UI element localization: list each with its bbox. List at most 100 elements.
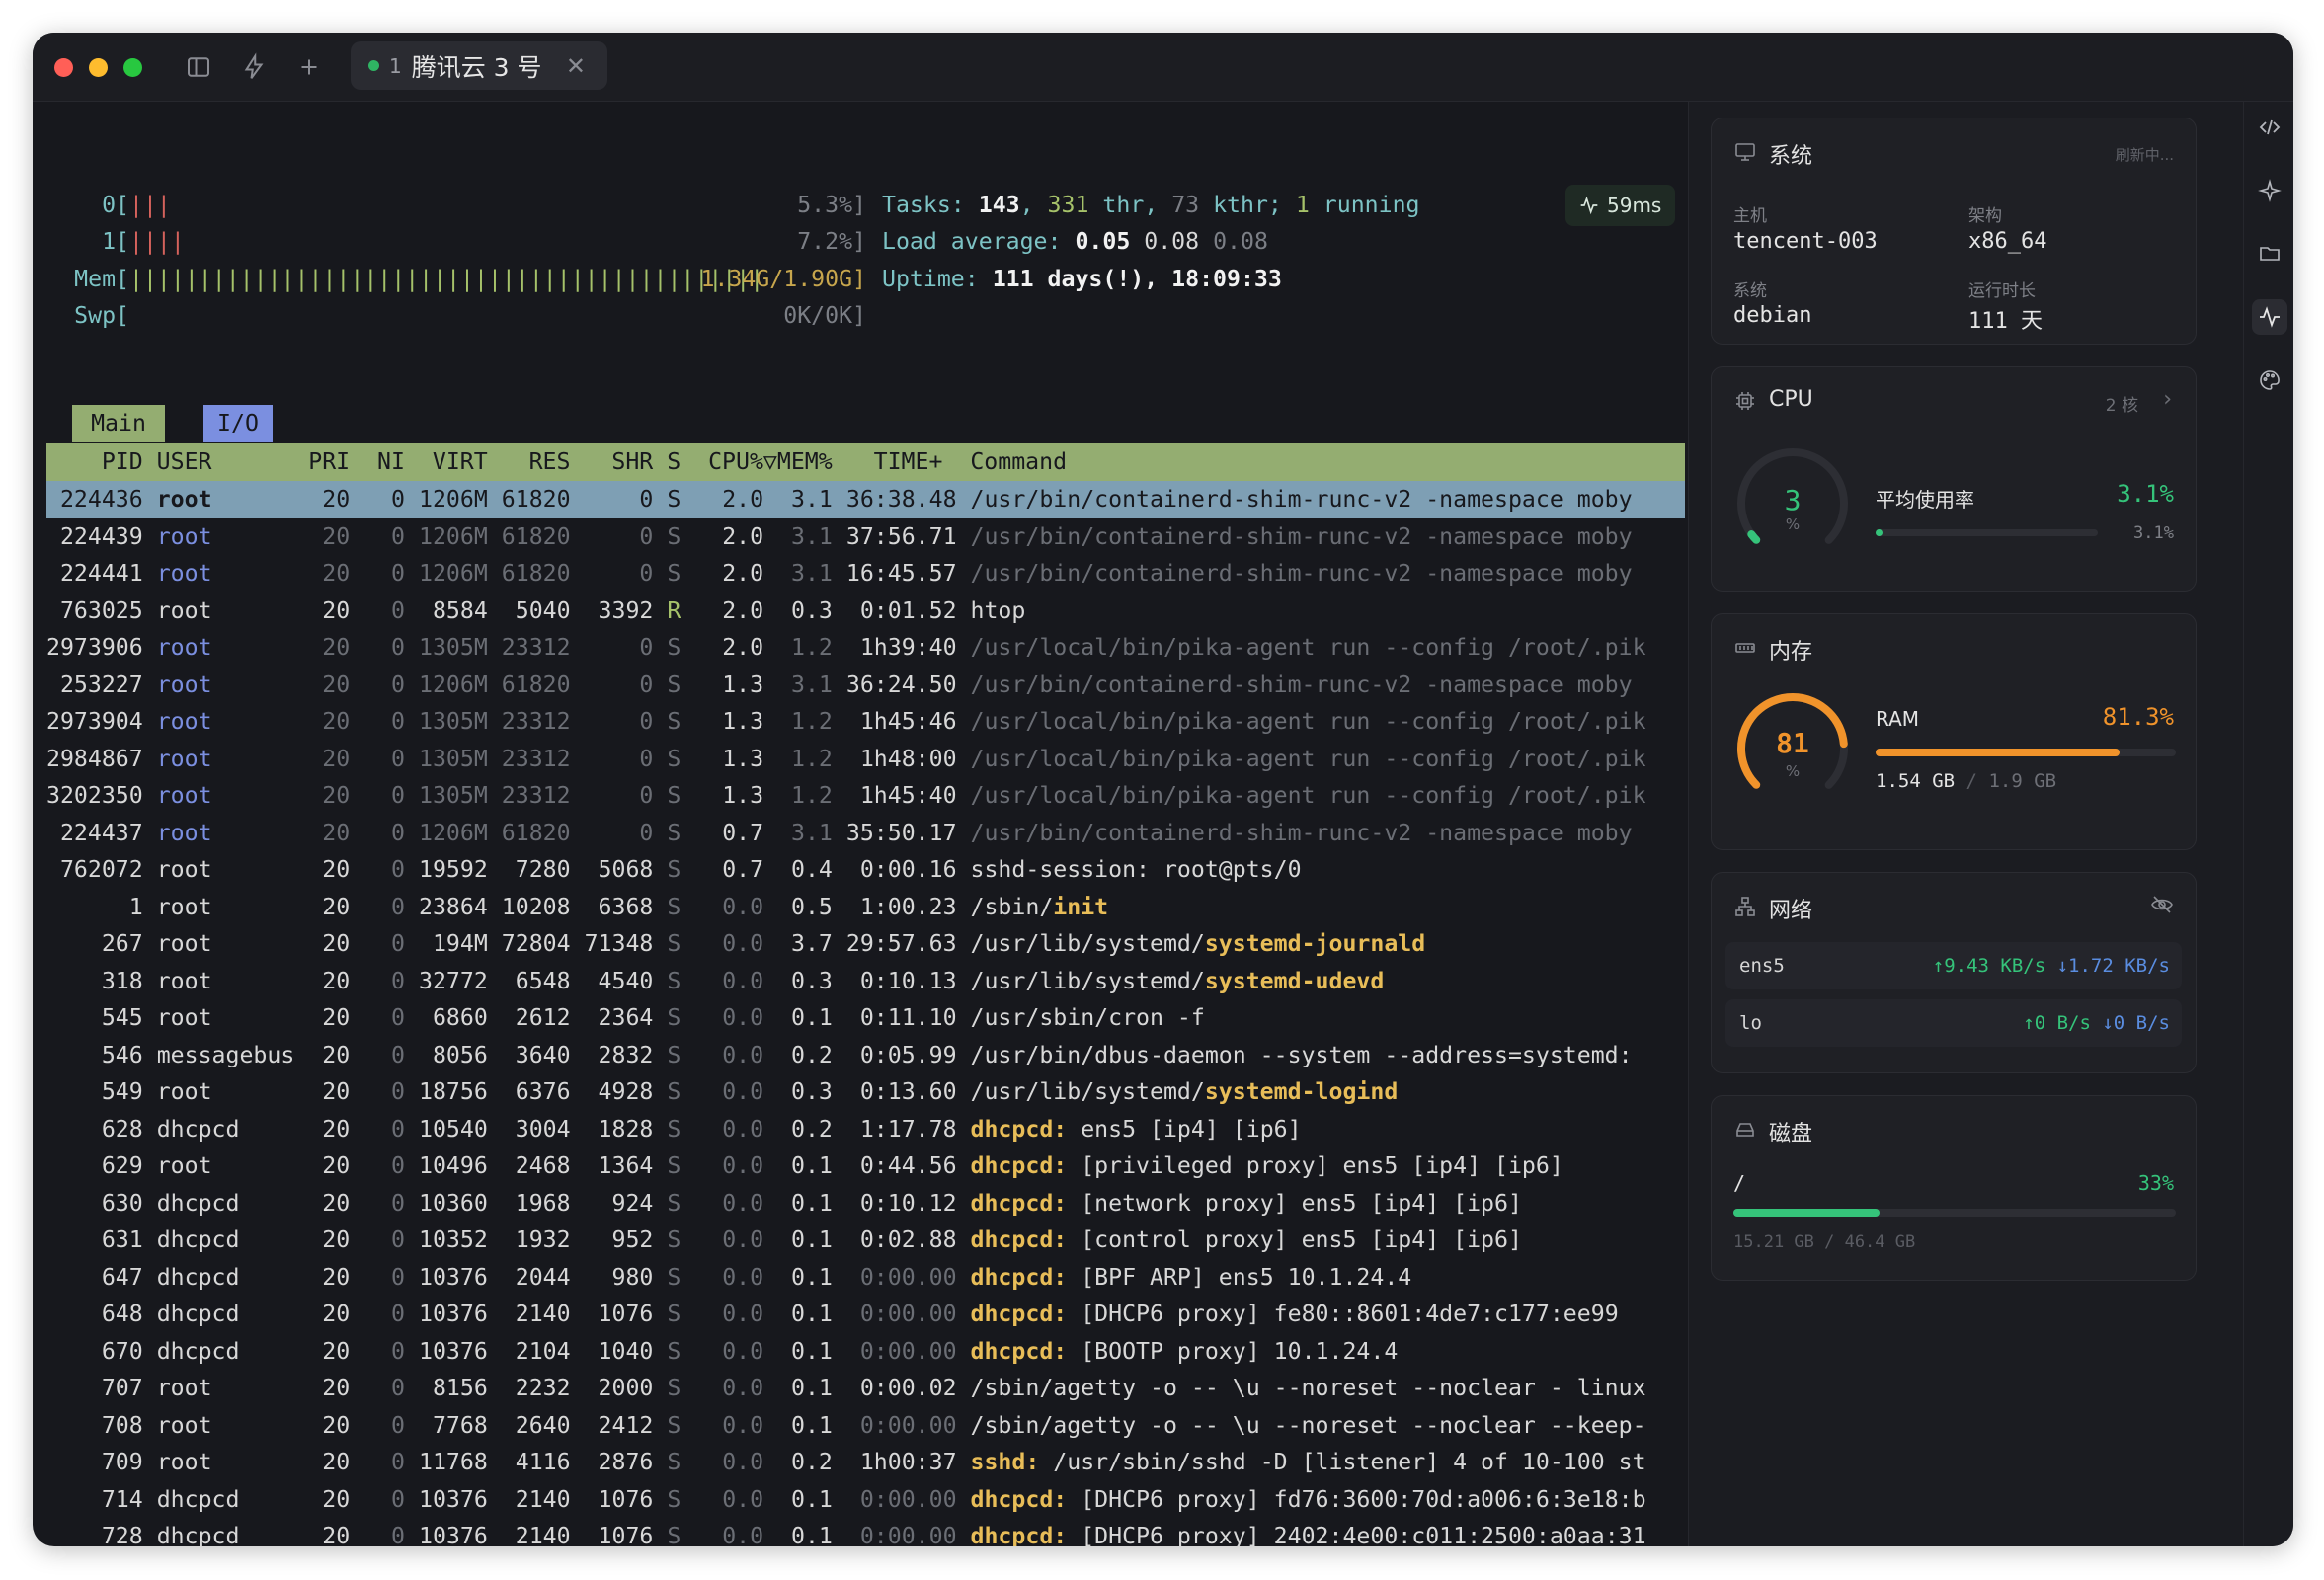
ram-total: 1.9 GB: [1988, 770, 2057, 792]
time-cell: 16:45.57: [845, 560, 957, 587]
tab-io[interactable]: I/O: [203, 405, 273, 442]
uptime-value: 111 天: [1968, 309, 2043, 334]
process-row[interactable]: 224441 root 20 0 1206M 61820 0 S 2.0 3.1…: [46, 555, 1633, 592]
virt-cell: 10352: [419, 1226, 488, 1253]
ni-cell: 0: [363, 1189, 406, 1217]
process-row[interactable]: 224439 root 20 0 1206M 61820 0 S 2.0 3.1…: [46, 518, 1633, 556]
chip-icon: [1733, 389, 1757, 413]
cpu-cell: 0.7: [708, 819, 764, 846]
new-tab-icon[interactable]: [294, 52, 324, 82]
process-row[interactable]: 763025 root 20 0 8584 5040 3392 R 2.0 0.…: [46, 592, 1025, 630]
process-row[interactable]: 2984867 root 20 0 1305M 23312 0 S 1.3 1.…: [46, 741, 1646, 778]
command-cell: dhcpcd:: [970, 1226, 1068, 1253]
process-row[interactable]: 1 root 20 0 23864 10208 6368 S 0.0 0.5 1…: [46, 889, 1108, 926]
ni-cell: 0: [363, 1337, 406, 1365]
process-row[interactable]: 762072 root 20 0 19592 7280 5068 S 0.7 0…: [46, 851, 1302, 889]
column-headers[interactable]: PID USER PRI NI VIRT RES SHR S CPU%▽MEM%…: [46, 443, 1067, 481]
user-cell: dhcpcd: [156, 1485, 295, 1513]
time-cell: 0:13.60: [845, 1078, 957, 1105]
process-row[interactable]: 629 root 20 0 10496 2468 1364 S 0.0 0.1 …: [46, 1147, 1563, 1185]
close-window-button[interactable]: [54, 58, 73, 77]
maximize-window-button[interactable]: [123, 58, 142, 77]
swp-meter: Swp[: [74, 302, 129, 329]
pid-cell: 707: [46, 1375, 143, 1401]
session-tab[interactable]: 1 腾讯云 3 号 ✕: [351, 41, 607, 90]
pri-cell: 20: [308, 1004, 351, 1031]
time-cell: 0:00.00: [845, 1485, 957, 1513]
state-cell: S: [667, 486, 681, 513]
cpu-cell: 0.0: [708, 1449, 764, 1475]
mem-cell: 0.1: [777, 1485, 833, 1513]
mem-cell: 3.1: [777, 522, 833, 550]
time-cell: 1h48:00: [845, 745, 957, 772]
process-row[interactable]: 549 root 20 0 18756 6376 4928 S 0.0 0.3 …: [46, 1073, 1398, 1111]
command-cell: systemd-logind: [1204, 1078, 1399, 1105]
network-icon: [1733, 895, 1757, 918]
cpu-cell: 0.0: [708, 1152, 764, 1179]
process-row[interactable]: 318 root 20 0 32772 6548 4540 S 0.0 0.3 …: [46, 963, 1385, 1000]
shr-cell: 924: [584, 1189, 654, 1217]
command-cell: /usr/lib/systemd/: [970, 967, 1205, 994]
pid-cell: 224437: [46, 819, 143, 846]
terminal-area[interactable]: 59ms 0[||| 5.3%] 1[|||| 7.2%] Mem[||||||…: [33, 102, 1688, 1546]
process-row[interactable]: 253227 root 20 0 1206M 61820 0 S 1.3 3.1…: [46, 667, 1633, 704]
process-row[interactable]: 648 dhcpcd 20 0 10376 2140 1076 S 0.0 0.…: [46, 1296, 1619, 1333]
user-cell: root: [156, 1078, 295, 1105]
process-row[interactable]: 708 root 20 0 7768 2640 2412 S 0.0 0.1 0…: [46, 1407, 1646, 1445]
res-cell: 61820: [501, 671, 571, 698]
virt-cell: 11768: [419, 1449, 488, 1475]
user-cell: root: [156, 893, 295, 920]
load-line: Load average: 0.05 0.08 0.08: [882, 228, 1268, 255]
pri-cell: 20: [308, 634, 351, 661]
command-cell: systemd-journald: [1204, 930, 1426, 957]
terminal-window: 1 腾讯云 3 号 ✕ 59ms 0[||| 5.3%] 1[|||| 7.2%…: [33, 33, 2293, 1546]
process-row[interactable]: 2973906 root 20 0 1305M 23312 0 S 2.0 1.…: [46, 629, 1646, 667]
process-row[interactable]: 546 messagebus 20 0 8056 3640 2832 S 0.0…: [46, 1037, 1633, 1074]
process-row[interactable]: 224436 root 20 0 1206M 61820 0 S 2.0 3.1…: [46, 481, 1633, 518]
sparkles-icon[interactable]: [2252, 173, 2287, 208]
virt-cell: 1305M: [419, 634, 488, 661]
process-row[interactable]: 630 dhcpcd 20 0 10360 1968 924 S 0.0 0.1…: [46, 1185, 1522, 1223]
palette-icon[interactable]: [2252, 362, 2287, 398]
disk-percent: 33%: [2137, 1171, 2174, 1195]
process-row[interactable]: 3202350 root 20 0 1305M 23312 0 S 1.3 1.…: [46, 777, 1646, 815]
chevron-right-icon[interactable]: ›: [2163, 387, 2172, 412]
state-cell: S: [667, 1449, 681, 1475]
tab-main[interactable]: Main: [72, 405, 165, 442]
disk-bar-fill: [1733, 1209, 1880, 1217]
sidebar-toggle-icon[interactable]: [184, 52, 213, 82]
process-row[interactable]: 631 dhcpcd 20 0 10352 1932 952 S 0.0 0.1…: [46, 1222, 1522, 1259]
process-row[interactable]: 545 root 20 0 6860 2612 2364 S 0.0 0.1 0…: [46, 999, 1205, 1037]
close-tab-icon[interactable]: ✕: [566, 52, 586, 80]
cpu-cell: 0.0: [708, 1523, 764, 1546]
process-row[interactable]: 714 dhcpcd 20 0 10376 2140 1076 S 0.0 0.…: [46, 1481, 1646, 1519]
system-card: 系统 刷新中... 主机 tencent-003 架构 x86_64 系统 de…: [1711, 118, 2197, 345]
code-icon[interactable]: [2252, 110, 2287, 145]
eye-off-icon[interactable]: [2150, 893, 2174, 921]
activity-monitor-icon[interactable]: [2252, 299, 2287, 335]
ram-percent: 81.3%: [2102, 703, 2174, 731]
process-row[interactable]: 709 root 20 0 11768 4116 2876 S 0.0 0.2 …: [46, 1444, 1646, 1481]
process-row[interactable]: 628 dhcpcd 20 0 10540 3004 1828 S 0.0 0.…: [46, 1111, 1302, 1148]
command-cell: dhcpcd:: [970, 1189, 1068, 1217]
user-cell: dhcpcd: [156, 1301, 295, 1327]
minimize-window-button[interactable]: [89, 58, 108, 77]
time-cell: 0:01.52: [845, 596, 957, 624]
process-row[interactable]: 224437 root 20 0 1206M 61820 0 S 0.7 3.1…: [46, 815, 1633, 852]
process-row[interactable]: 647 dhcpcd 20 0 10376 2044 980 S 0.0 0.1…: [46, 1259, 1411, 1297]
folder-icon[interactable]: [2252, 236, 2287, 272]
pri-cell: 20: [308, 856, 351, 883]
process-row[interactable]: 707 root 20 0 8156 2232 2000 S 0.0 0.1 0…: [46, 1370, 1646, 1407]
state-cell: S: [667, 745, 681, 772]
process-row[interactable]: 670 dhcpcd 20 0 10376 2104 1040 S 0.0 0.…: [46, 1333, 1398, 1371]
process-row[interactable]: 2973904 root 20 0 1305M 23312 0 S 1.3 1.…: [46, 703, 1646, 741]
res-cell: 23312: [501, 745, 571, 772]
user-cell: root: [156, 634, 295, 661]
process-row[interactable]: 267 root 20 0 194M 72804 71348 S 0.0 3.7…: [46, 925, 1425, 963]
process-row[interactable]: 728 dhcpcd 20 0 10376 2140 1076 S 0.0 0.…: [46, 1518, 1646, 1546]
mem-cell: 0.1: [777, 1189, 833, 1217]
res-cell: 2140: [501, 1485, 571, 1513]
pid-cell: 714: [46, 1485, 143, 1513]
lightning-icon[interactable]: [239, 52, 269, 82]
state-cell: S: [667, 967, 681, 994]
